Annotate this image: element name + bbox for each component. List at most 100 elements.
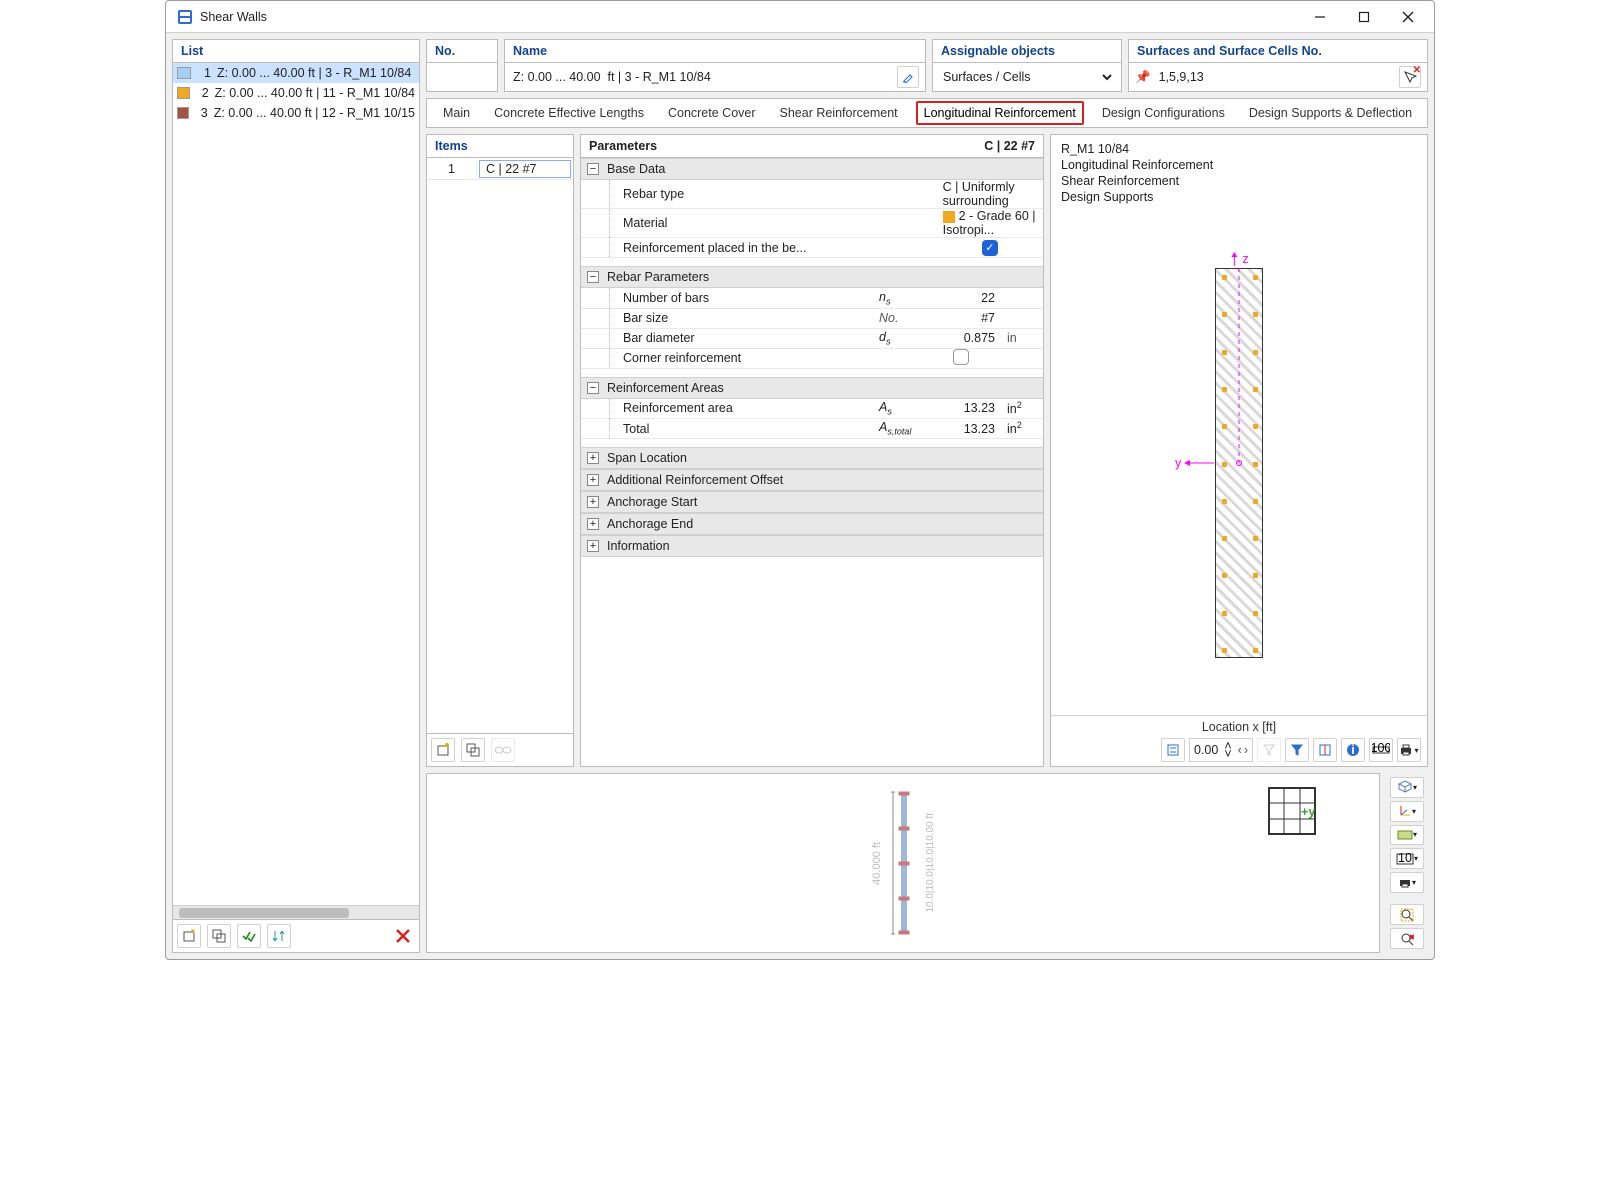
items-row[interactable]: 1C | 22 #7 (427, 158, 573, 180)
group-reinforcement-areas[interactable]: −Reinforcement Areas (581, 377, 1043, 399)
items-row-value[interactable]: C | 22 #7 (479, 160, 571, 178)
rebar-dot-icon (1253, 611, 1258, 616)
rebar-dot-icon (1222, 536, 1227, 541)
section-preview[interactable]: z y (1051, 211, 1427, 715)
iso-view-button[interactable]: ▾ (1390, 777, 1424, 798)
elevation-graphic-icon (889, 788, 919, 938)
nav-cube[interactable]: +y (1265, 784, 1319, 838)
tab-concrete-cover[interactable]: Concrete Cover (662, 103, 762, 123)
list-row[interactable]: 1Z: 0.00 ... 40.00 ft | 3 - R_M1 10/84 (173, 63, 419, 83)
rebar-dot-icon (1222, 312, 1227, 317)
items-new-button[interactable] (431, 738, 455, 762)
assignable-select[interactable]: Surfaces / Cells (939, 63, 1115, 91)
row-rebar-type[interactable]: Rebar type C | Uniformly surrounding (581, 180, 1043, 209)
rebar-dot-icon (1222, 350, 1227, 355)
group-anchorage-end[interactable]: +Anchorage End (581, 513, 1043, 535)
surfaces-label: Surfaces and Surface Cells No. (1128, 39, 1428, 62)
close-button[interactable] (1386, 2, 1430, 32)
rebar-dot-icon (1222, 462, 1227, 467)
section-view-button[interactable] (1313, 738, 1337, 762)
list-horizontal-scrollbar[interactable] (173, 905, 419, 919)
row-bar-diameter[interactable]: Bar diameterds0.875in (581, 328, 1043, 348)
rebar-dot-icon (1222, 573, 1227, 578)
name-field[interactable] (511, 63, 891, 91)
rebar-dot-icon (1253, 350, 1258, 355)
group-anchorage-start[interactable]: +Anchorage Start (581, 491, 1043, 513)
svg-text:10: 10 (1398, 853, 1412, 865)
parameters-body: −Base Data Rebar type C | Uniformly surr… (580, 158, 1044, 767)
rebar-dot-icon (1222, 275, 1227, 280)
axes-button[interactable]: ▾ (1390, 801, 1424, 822)
items-copy-button[interactable] (461, 738, 485, 762)
group-rebar-params[interactable]: −Rebar Parameters (581, 266, 1043, 288)
tab-main[interactable]: Main (437, 103, 476, 123)
delete-item-button[interactable] (391, 924, 415, 948)
group-additional-reinforcement-offset[interactable]: +Additional Reinforcement Offset (581, 469, 1043, 491)
rebar-dot-icon (1253, 462, 1258, 467)
list-row[interactable]: 3Z: 0.00 ... 40.00 ft | 12 - R_M1 10/15 (173, 103, 419, 123)
location-x-spinner[interactable]: 0.00 ˄˅ ‹› (1189, 738, 1253, 762)
edit-name-button[interactable] (897, 66, 919, 88)
info-button[interactable]: i (1341, 738, 1365, 762)
new-item-button[interactable] (177, 924, 201, 948)
rebar-dot-icon (1222, 648, 1227, 653)
rebar-dot-icon (1253, 424, 1258, 429)
corner-checkbox[interactable] (953, 349, 969, 365)
color-swatch-icon (177, 67, 191, 79)
zoom-extents-button[interactable] (1390, 904, 1424, 925)
group-information[interactable]: +Information (581, 535, 1043, 557)
axis-z-label: z (1229, 252, 1248, 266)
filter-button[interactable] (1285, 738, 1309, 762)
tab-longitudinal-reinforcement[interactable]: Longitudinal Reinforcement (916, 101, 1084, 125)
print-button[interactable]: ▾ (1397, 738, 1421, 762)
elevation-spans-label: 10.0|10.0|10.0|10.00 ft (925, 813, 936, 913)
tab-design-supports-deflection[interactable]: Design Supports & Deflection (1243, 103, 1418, 123)
group-base-data[interactable]: −Base Data (581, 158, 1043, 180)
items-link-button[interactable] (491, 738, 515, 762)
zoom-reset-button[interactable] (1390, 928, 1424, 949)
tab-concrete-effective-lengths[interactable]: Concrete Effective Lengths (488, 103, 650, 123)
window-title: Shear Walls (200, 10, 1298, 24)
row-rein-placed[interactable]: Reinforcement placed in the be... ✓ (581, 238, 1043, 258)
scale-button[interactable]: 100 (1369, 738, 1393, 762)
app-icon (176, 8, 194, 26)
row-corner-reinforcement[interactable]: Corner reinforcement (581, 348, 1043, 368)
row-total-area[interactable]: TotalAs,total13.23in2 (581, 419, 1043, 439)
tab-shear-reinforcement[interactable]: Shear Reinforcement (774, 103, 904, 123)
maximize-button[interactable] (1342, 2, 1386, 32)
elevation-viewer[interactable]: 40.000 ft 10.0|10 (426, 773, 1380, 953)
scale-10-button[interactable]: 10▾ (1390, 848, 1424, 869)
row-number-of-bars[interactable]: Number of barsns22 (581, 288, 1043, 308)
tab-design-configurations[interactable]: Design Configurations (1096, 103, 1231, 123)
parameters-heading-value: C | 22 #7 (984, 139, 1035, 153)
preview-meta-line: Design Supports (1061, 189, 1417, 205)
sort-button[interactable] (267, 924, 291, 948)
rein-placed-checkbox[interactable]: ✓ (982, 240, 998, 256)
rebar-dot-icon (1222, 499, 1227, 504)
filter-off-button[interactable] (1257, 738, 1281, 762)
row-bar-size[interactable]: Bar sizeNo.#7 (581, 308, 1043, 328)
group-span-location[interactable]: +Span Location (581, 447, 1043, 469)
axis-y-label: y (1175, 456, 1214, 470)
surfaces-field[interactable] (1157, 63, 1393, 91)
items-grid: 1C | 22 #7 (426, 158, 574, 734)
list-row-index: 3 (195, 106, 207, 120)
elevation-height-label: 40.000 ft (871, 842, 883, 885)
copy-item-button[interactable] (207, 924, 231, 948)
name-label: Name (504, 39, 926, 62)
minimize-button[interactable] (1298, 2, 1342, 32)
pick-surfaces-button[interactable]: ✕ (1399, 66, 1421, 88)
row-material[interactable]: Material 2 - Grade 60 | Isotropi... (581, 209, 1043, 238)
row-reinforcement-area[interactable]: Reinforcement areaAs13.23in2 (581, 399, 1043, 419)
items-row-index: 1 (427, 162, 477, 176)
view-settings-button[interactable] (1161, 738, 1185, 762)
list-row-label: Z: 0.00 ... 40.00 ft | 3 - R_M1 10/84 (217, 66, 411, 80)
rebar-dot-icon (1253, 387, 1258, 392)
list-row[interactable]: 2Z: 0.00 ... 40.00 ft | 11 - R_M1 10/84 (173, 83, 419, 103)
location-x-label: Location x [ft] (1057, 720, 1421, 734)
render-mode-button[interactable]: ▾ (1390, 825, 1424, 846)
print-view-button[interactable]: ▾ (1390, 872, 1424, 893)
check-all-button[interactable] (237, 924, 261, 948)
rebar-dot-icon (1222, 611, 1227, 616)
rebar-dot-icon (1253, 312, 1258, 317)
